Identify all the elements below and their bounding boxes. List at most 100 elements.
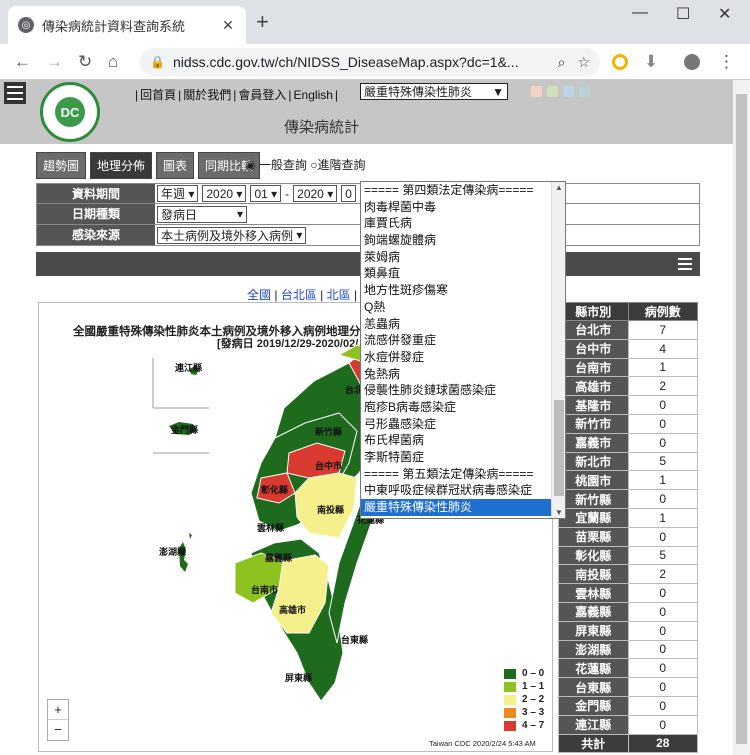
map-label: 連江縣 [175,362,202,373]
county-name: 新北市 [558,451,629,472]
table-row: 新竹市 0 [558,413,698,434]
county-name: 澎湖縣 [558,639,629,660]
map-label: 台中市 [315,460,342,471]
dropdown-option[interactable]: ===== 第五類法定傳染病===== [361,466,565,483]
menu-icon[interactable] [4,82,26,104]
address-bar[interactable]: 🔒 nidss.cdc.gov.tw/ch/NIDSS_DiseaseMap.a… [140,48,600,76]
county-cases: 1 [627,470,698,491]
county-name: 新竹縣 [558,489,629,509]
new-tab-button[interactable]: + [256,11,269,33]
dropdown-option[interactable]: 肉毒桿菌中毒 [361,199,565,216]
county-name: 連江縣 [558,714,629,735]
county-name: 苗栗縣 [558,526,629,547]
theme-swatch[interactable] [563,86,574,97]
county-cases: 0 [627,639,698,660]
table-row: 新北市 5 [558,451,698,472]
download-icon[interactable]: ⬇ [644,52,658,72]
reload-icon[interactable]: ↻ [78,52,92,72]
theme-swatch[interactable] [579,86,590,97]
dropdown-option[interactable]: 兔熱病 [361,366,565,383]
browser-tab[interactable]: ◎ 傳染病統計資料查詢系統 ✕ [8,6,246,44]
dropdown-option[interactable]: 地方性斑疹傷寒 [361,282,565,299]
scroll-thumb[interactable] [554,400,564,496]
dropdown-option[interactable]: 嚴重特殊傳染性肺炎 [361,499,565,516]
theme-swatch[interactable] [531,86,542,97]
year-to-select[interactable]: 2020 ▾ [293,185,338,202]
dropdown-option[interactable]: 庖疹B病毒感染症 [361,399,565,416]
county-cases: 5 [627,451,698,472]
county-name: 台南市 [558,357,629,378]
map-label: 新竹縣 [315,426,342,437]
week-to-select[interactable]: 0 [341,185,356,202]
profile-avatar[interactable] [684,54,700,70]
date-type-select[interactable]: 發病日 ▾ [157,205,247,223]
home-icon[interactable]: ⌂ [108,52,118,72]
dropdown-option[interactable]: Q熱 [361,299,565,316]
scroll-down-icon[interactable]: ▼ [552,508,565,517]
dropdown-option[interactable]: 侵襲性肺炎鏈球菌感染症 [361,382,565,399]
source-select[interactable]: 本土病例及境外移入病例 ▾ [157,226,307,244]
tab-chart[interactable]: 圖表 [156,152,195,179]
county-cases: 2 [627,376,698,397]
county-cases: 0 [627,677,698,697]
period-type-select[interactable]: 年週 ▾ [157,185,199,202]
tab-close-icon[interactable]: ✕ [220,17,236,34]
page-scrollbar[interactable] [733,80,750,755]
dropdown-option[interactable]: 弓形蟲感染症 [361,416,565,433]
county-table: 縣市別 病例數 台北市 7 台中市 4 台南市 1 高雄市 2 基隆市 0 新竹市 0 嘉義市 0 新北市 5… [558,302,698,754]
dropdown-option[interactable]: 恙蟲病 [361,316,565,333]
dropdown-option[interactable]: 中東呼吸症候群冠狀病毒感染症 [361,482,565,499]
dropdown-option[interactable]: 布氏桿菌病 [361,432,565,449]
page-scroll-thumb[interactable] [736,94,747,744]
link-region-all[interactable]: 全國 [247,288,271,302]
dropdown-option[interactable]: ===== 第四類法定傳染病===== [361,182,565,199]
scroll-up-icon[interactable]: ▲ [552,183,565,192]
maximize-button[interactable]: ☐ [676,4,690,24]
link-home[interactable]: 回首頁 [140,88,176,102]
county-cases: 2 [627,564,698,585]
search-icon[interactable]: ⌕ [558,54,566,71]
table-row: 彰化縣 5 [558,545,698,566]
star-icon[interactable]: ☆ [577,54,590,71]
zoom-in-button[interactable]: + [48,700,68,720]
close-window-button[interactable]: ✕ [718,4,731,24]
menu-icon[interactable] [678,258,692,273]
dropdown-option[interactable]: 鉤端螺旋體病 [361,232,565,249]
table-row: 苗栗縣 0 [558,526,698,547]
view-tabs: 趨勢圖 地理分佈 圖表 同期比較 [36,152,261,179]
legend-item: 1 – 1 [504,680,544,693]
extension-icon[interactable] [612,54,628,70]
dropdown-option[interactable]: 類鼻疽 [361,265,565,282]
zoom-out-button[interactable]: − [48,720,68,740]
link-region-north[interactable]: 北區 [327,288,351,302]
dropdown-option[interactable]: 李斯特菌症 [361,449,565,466]
total-label: 共計 [558,733,629,754]
forward-icon[interactable]: → [46,52,63,72]
dropdown-option[interactable]: 萊姆病 [361,249,565,266]
year-from-select[interactable]: 2020 ▾ [202,185,247,202]
radio-normal[interactable]: ◉ [245,158,255,172]
dropdown-option[interactable]: 流感併發重症 [361,332,565,349]
dropdown-option[interactable]: 水痘併發症 [361,349,565,366]
link-english[interactable]: English [294,88,333,102]
week-from-select[interactable]: 01 ▾ [250,185,282,202]
disease-select[interactable]: 嚴重特殊傳染性肺炎 ▼ [360,83,508,100]
dropdown-option[interactable]: 庫賈氏病 [361,215,565,232]
back-icon[interactable]: ← [14,52,31,72]
link-login[interactable]: 會員登入 [238,88,286,102]
date-type-label: 日期種類 [37,204,155,224]
cdc-logo: DC [40,82,100,142]
tab-trend[interactable]: 趨勢圖 [36,152,87,179]
table-row: 屏東縣 0 [558,620,698,641]
disease-select-value: 嚴重特殊傳染性肺炎 [364,85,473,99]
more-menu-icon[interactable]: ⋮ [718,52,735,72]
county-name: 南投縣 [558,564,629,585]
link-about[interactable]: 關於我們 [183,88,231,102]
minimize-button[interactable]: — [632,4,648,22]
legend-swatch [504,720,516,731]
link-region-taipei[interactable]: 台北區 [281,288,317,302]
tab-geo[interactable]: 地理分佈 [90,152,153,179]
table-row: 高雄市 2 [558,376,698,397]
dropdown-scrollbar[interactable]: ▲ ▼ [551,182,565,518]
theme-swatch[interactable] [547,86,558,97]
